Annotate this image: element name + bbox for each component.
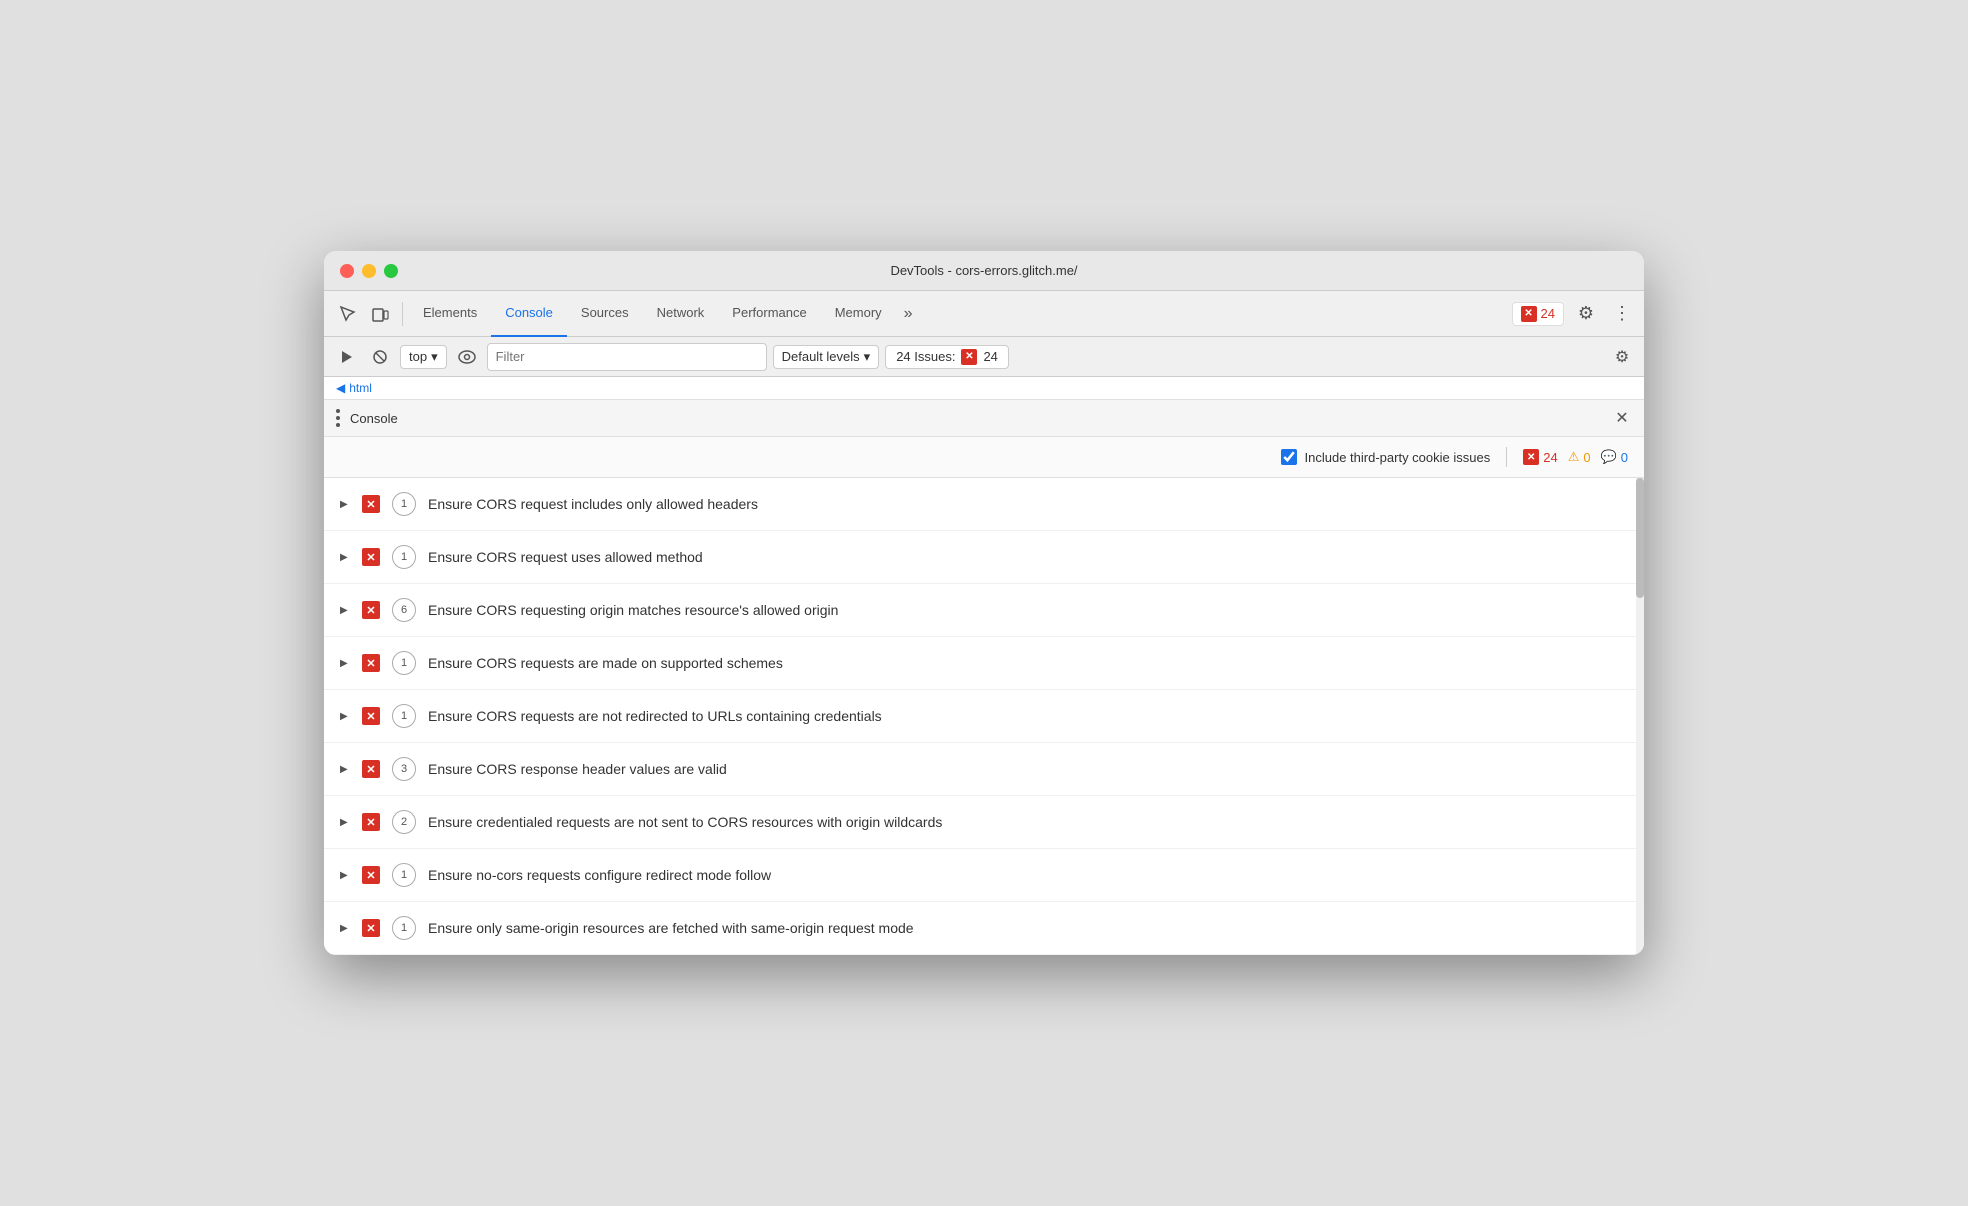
expand-arrow: ▶ bbox=[340, 605, 350, 616]
issue-row[interactable]: ▶ ✕ 1 Ensure CORS requests are made on s… bbox=[324, 637, 1644, 690]
issue-error-icon: ✕ bbox=[362, 760, 380, 778]
issue-list: ▶ ✕ 1 Ensure CORS request includes only … bbox=[324, 478, 1644, 955]
tab-navigation: Elements Console Sources Network Perform… bbox=[409, 291, 1512, 337]
issue-text: Ensure CORS response header values are v… bbox=[428, 761, 727, 777]
header-separator bbox=[1506, 447, 1507, 467]
console-panel-header: Console ✕ bbox=[324, 400, 1644, 437]
breadcrumb: ◀ html bbox=[324, 377, 1644, 400]
maximize-button[interactable] bbox=[384, 264, 398, 278]
issues-error-icon: ✕ bbox=[961, 349, 977, 365]
expand-arrow: ▶ bbox=[340, 870, 350, 881]
tab-console[interactable]: Console bbox=[491, 291, 567, 337]
toolbar-right: ✕ 24 ⚙ ⋮ bbox=[1512, 300, 1636, 328]
devtools-toolbar: Elements Console Sources Network Perform… bbox=[324, 291, 1644, 337]
levels-selector[interactable]: Default levels ▾ bbox=[773, 345, 880, 369]
issue-text: Ensure CORS requests are made on support… bbox=[428, 655, 783, 671]
error-count: ✕ 24 bbox=[1523, 449, 1557, 465]
minimize-button[interactable] bbox=[362, 264, 376, 278]
console-settings-icon[interactable]: ⚙ bbox=[1608, 343, 1636, 371]
issue-text: Ensure CORS requesting origin matches re… bbox=[428, 602, 838, 618]
issue-count: 1 bbox=[392, 545, 416, 569]
expand-arrow: ▶ bbox=[340, 817, 350, 828]
close-button[interactable] bbox=[340, 264, 354, 278]
issue-count: 2 bbox=[392, 810, 416, 834]
issue-count: 3 bbox=[392, 757, 416, 781]
issue-row[interactable]: ▶ ✕ 1 Ensure CORS request uses allowed m… bbox=[324, 531, 1644, 584]
run-icon[interactable] bbox=[332, 343, 360, 371]
issue-text: Ensure no-cors requests configure redire… bbox=[428, 867, 771, 883]
issue-error-icon: ✕ bbox=[362, 919, 380, 937]
tab-sources[interactable]: Sources bbox=[567, 291, 643, 337]
issues-header: Include third-party cookie issues ✕ 24 ⚠… bbox=[324, 437, 1644, 478]
scrollbar-thumb[interactable] bbox=[1636, 478, 1644, 598]
tab-elements[interactable]: Elements bbox=[409, 291, 491, 337]
expand-arrow: ▶ bbox=[340, 499, 350, 510]
issue-text: Ensure CORS request includes only allowe… bbox=[428, 496, 758, 512]
toolbar-separator bbox=[402, 302, 403, 326]
filter-input[interactable] bbox=[487, 343, 767, 371]
issue-error-icon: ✕ bbox=[362, 495, 380, 513]
count-icons: ✕ 24 ⚠ 0 💬 0 bbox=[1523, 449, 1628, 465]
expand-arrow: ▶ bbox=[340, 923, 350, 934]
issue-list-container: ▶ ✕ 1 Ensure CORS request includes only … bbox=[324, 478, 1644, 955]
expand-arrow: ▶ bbox=[340, 711, 350, 722]
issue-error-icon: ✕ bbox=[362, 601, 380, 619]
issue-count: 6 bbox=[392, 598, 416, 622]
tab-performance[interactable]: Performance bbox=[718, 291, 820, 337]
expand-arrow: ▶ bbox=[340, 552, 350, 563]
more-tabs-button[interactable]: » bbox=[896, 291, 921, 337]
context-selector[interactable]: top ▾ bbox=[400, 345, 447, 369]
issue-row[interactable]: ▶ ✕ 2 Ensure credentialed requests are n… bbox=[324, 796, 1644, 849]
drag-handle[interactable] bbox=[336, 409, 340, 427]
settings-icon[interactable]: ⚙ bbox=[1572, 300, 1600, 328]
issue-row[interactable]: ▶ ✕ 6 Ensure CORS requesting origin matc… bbox=[324, 584, 1644, 637]
tab-network[interactable]: Network bbox=[643, 291, 719, 337]
console-toolbar: top ▾ Default levels ▾ 24 Issues: ✕ 24 ⚙ bbox=[324, 337, 1644, 377]
issue-error-icon: ✕ bbox=[362, 866, 380, 884]
expand-arrow: ▶ bbox=[340, 764, 350, 775]
issue-error-icon: ✕ bbox=[362, 548, 380, 566]
traffic-lights bbox=[340, 264, 398, 278]
issue-count: 1 bbox=[392, 704, 416, 728]
eye-icon[interactable] bbox=[453, 343, 481, 371]
title-bar: DevTools - cors-errors.glitch.me/ bbox=[324, 251, 1644, 291]
info-count: 💬 0 bbox=[1601, 449, 1628, 465]
devtools-window: DevTools - cors-errors.glitch.me/ Elemen… bbox=[324, 251, 1644, 955]
issue-count: 1 bbox=[392, 863, 416, 887]
error-count-icon: ✕ bbox=[1523, 449, 1539, 465]
error-count-badge[interactable]: ✕ 24 bbox=[1512, 302, 1564, 326]
issues-badge[interactable]: 24 Issues: ✕ 24 bbox=[885, 345, 1009, 369]
issue-count: 1 bbox=[392, 492, 416, 516]
issue-error-icon: ✕ bbox=[362, 707, 380, 725]
issue-text: Ensure CORS requests are not redirected … bbox=[428, 708, 882, 724]
scrollbar[interactable] bbox=[1636, 478, 1644, 955]
issue-count: 1 bbox=[392, 916, 416, 940]
inspect-icon[interactable] bbox=[332, 298, 364, 330]
expand-arrow: ▶ bbox=[340, 658, 350, 669]
warning-count: ⚠ 0 bbox=[1568, 449, 1591, 465]
issue-row[interactable]: ▶ ✕ 1 Ensure only same-origin resources … bbox=[324, 902, 1644, 955]
issue-row[interactable]: ▶ ✕ 1 Ensure no-cors requests configure … bbox=[324, 849, 1644, 902]
issue-count: 1 bbox=[392, 651, 416, 675]
issue-text: Ensure only same-origin resources are fe… bbox=[428, 920, 914, 936]
issue-row[interactable]: ▶ ✕ 3 Ensure CORS response header values… bbox=[324, 743, 1644, 796]
more-options-icon[interactable]: ⋮ bbox=[1608, 300, 1636, 328]
issue-error-icon: ✕ bbox=[362, 654, 380, 672]
error-icon: ✕ bbox=[1521, 306, 1537, 322]
issue-row[interactable]: ▶ ✕ 1 Ensure CORS requests are not redir… bbox=[324, 690, 1644, 743]
device-toggle-icon[interactable] bbox=[364, 298, 396, 330]
close-console-button[interactable]: ✕ bbox=[1612, 408, 1632, 428]
console-panel-title: Console bbox=[350, 411, 398, 426]
issue-text: Ensure CORS request uses allowed method bbox=[428, 549, 703, 565]
window-title: DevTools - cors-errors.glitch.me/ bbox=[890, 263, 1077, 278]
issue-text: Ensure credentialed requests are not sen… bbox=[428, 814, 942, 830]
issue-error-icon: ✕ bbox=[362, 813, 380, 831]
include-cookies-checkbox[interactable]: Include third-party cookie issues bbox=[1281, 449, 1491, 465]
tab-memory[interactable]: Memory bbox=[821, 291, 896, 337]
issue-row[interactable]: ▶ ✕ 1 Ensure CORS request includes only … bbox=[324, 478, 1644, 531]
block-icon[interactable] bbox=[366, 343, 394, 371]
